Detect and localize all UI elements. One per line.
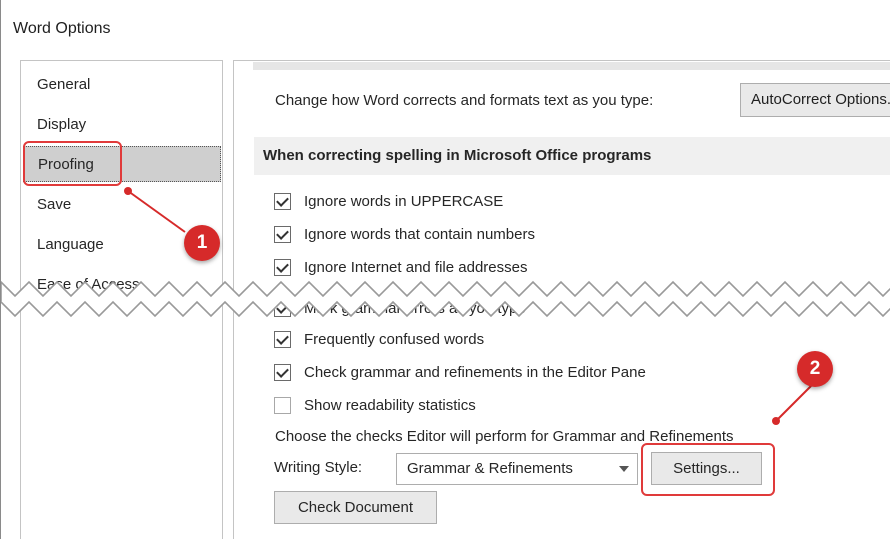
check-document-label: Check Document bbox=[297, 499, 414, 516]
option-ignore-uppercase[interactable]: Ignore words in UPPERCASE bbox=[274, 190, 503, 212]
checkbox-checked-icon[interactable] bbox=[274, 192, 291, 210]
writing-style-label: Writing Style: bbox=[274, 459, 363, 476]
proofing-highlight-box bbox=[23, 141, 122, 186]
word-options-dialog: Word Options General Display Proofing Sa… bbox=[0, 0, 890, 539]
option-label: Ignore words in UPPERCASE bbox=[304, 192, 504, 210]
option-frequently-confused-words[interactable]: Frequently confused words bbox=[274, 328, 484, 350]
check-document-button[interactable]: Check Document bbox=[274, 491, 437, 524]
option-label: Check grammar and refinements in the Edi… bbox=[304, 363, 646, 381]
option-check-grammar-editor-pane[interactable]: Check grammar and refinements in the Edi… bbox=[274, 361, 646, 383]
checkbox-checked-icon[interactable] bbox=[274, 225, 291, 243]
spelling-section-header: When correcting spelling in Microsoft Of… bbox=[254, 137, 890, 175]
sidebar-item-general[interactable]: General bbox=[21, 67, 222, 103]
dropdown-arrow-icon[interactable] bbox=[619, 466, 629, 472]
checkbox-unchecked-icon[interactable] bbox=[274, 396, 291, 414]
autocorrect-options-button[interactable]: AutoCorrect Options... bbox=[740, 83, 890, 117]
settings-highlight-box bbox=[641, 443, 775, 496]
checkbox-checked-icon[interactable] bbox=[274, 363, 291, 381]
dialog-title: Word Options bbox=[13, 20, 111, 37]
title-bar: Word Options bbox=[1, 0, 890, 58]
option-label: Ignore words that contain numbers bbox=[304, 225, 535, 243]
scrolled-section-edge bbox=[253, 62, 890, 70]
torn-edge-break bbox=[1, 280, 890, 318]
sidebar-item-save[interactable]: Save bbox=[21, 187, 222, 223]
checkbox-checked-icon[interactable] bbox=[274, 330, 291, 348]
writing-style-dropdown[interactable]: Grammar & Refinements bbox=[396, 453, 638, 485]
option-show-readability-statistics[interactable]: Show readability statistics bbox=[274, 394, 476, 416]
sidebar-item-display[interactable]: Display bbox=[21, 107, 222, 143]
option-label: Show readability statistics bbox=[304, 396, 476, 414]
option-ignore-numbers[interactable]: Ignore words that contain numbers bbox=[274, 223, 535, 245]
autocorrect-options-label: AutoCorrect Options... bbox=[751, 91, 890, 108]
writing-style-value: Grammar & Refinements bbox=[407, 460, 573, 477]
autocorrect-description: Change how Word corrects and formats tex… bbox=[275, 92, 654, 109]
option-label: Frequently confused words bbox=[304, 330, 485, 348]
callout-number-1: 1 bbox=[184, 225, 220, 261]
callout-number-2: 2 bbox=[797, 351, 833, 387]
